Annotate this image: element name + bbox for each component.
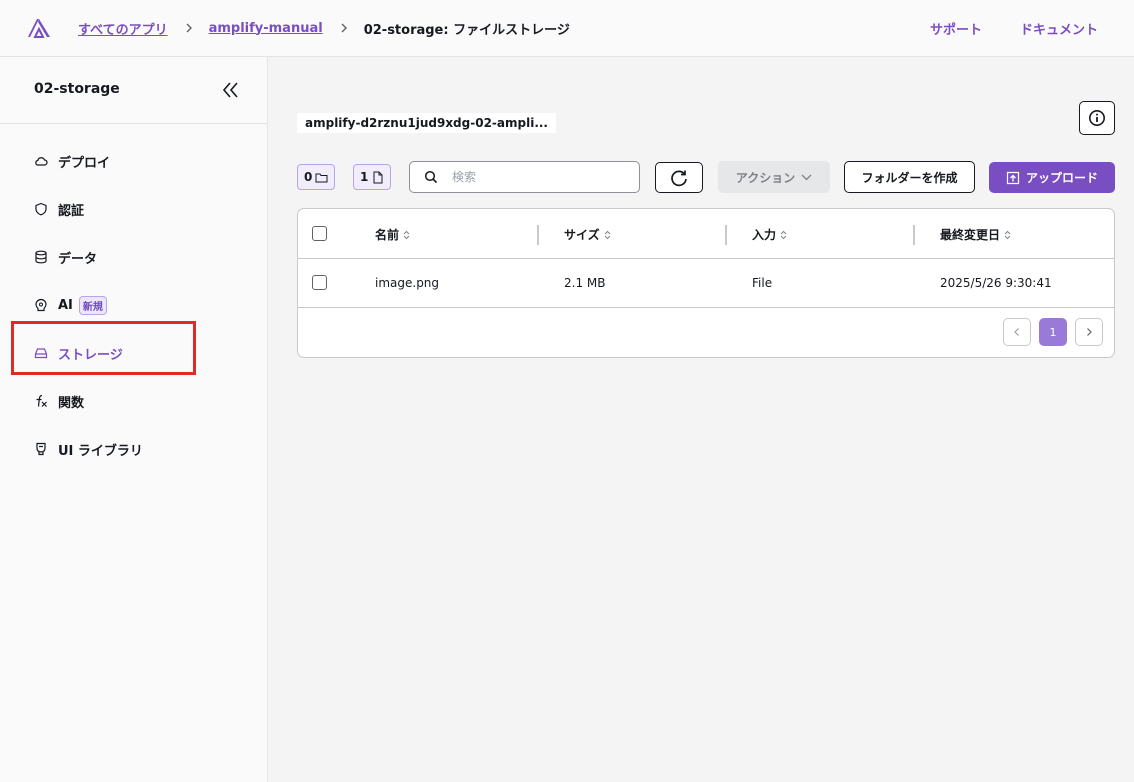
chevron-right-icon xyxy=(1087,328,1092,336)
top-links: サポート ドキュメント xyxy=(930,0,1098,56)
sort-icon xyxy=(604,230,610,239)
file-type-cell: File xyxy=(752,276,773,290)
chevron-left-icon xyxy=(1014,328,1019,336)
function-icon xyxy=(34,394,48,408)
column-header-last-modified[interactable]: 最終変更日 xyxy=(940,226,1011,243)
sidebar-item-ui-library[interactable]: UI ライブラリ xyxy=(0,425,268,473)
actions-label: アクション xyxy=(735,170,796,185)
upload-label: アップロード xyxy=(1025,171,1098,185)
sidebar-nav: デプロイ 認証 データ AI 新規 ストレージ 関数 UI ライブラリ xyxy=(0,137,268,473)
sidebar-item-label: デプロイ xyxy=(58,155,111,171)
cloud-icon xyxy=(34,154,48,168)
search-icon xyxy=(424,170,438,184)
column-header-type[interactable]: 入力 xyxy=(752,226,787,243)
last-modified-cell: 2025/5/26 9:30:41 xyxy=(940,276,1052,290)
shield-icon xyxy=(34,202,48,216)
column-resizer[interactable] xyxy=(537,225,539,245)
top-bar: すべてのアプリ amplify-manual 02-storage: ファイルス… xyxy=(0,0,1134,57)
next-page-button[interactable] xyxy=(1075,318,1103,346)
column-resizer[interactable] xyxy=(725,225,727,245)
create-folder-button[interactable]: フォルダーを作成 xyxy=(844,161,975,193)
sidebar: 02-storage デプロイ 認証 データ AI 新規 ストレージ 関数 UI… xyxy=(0,57,268,782)
breadcrumb-current: 02-storage: ファイルストレージ xyxy=(363,22,570,38)
sidebar-item-label: 認証 xyxy=(58,203,85,219)
sort-icon xyxy=(403,230,410,239)
upload-button[interactable]: アップロード xyxy=(989,162,1115,193)
page-number-current[interactable]: 1 xyxy=(1039,318,1067,346)
sidebar-item-label: AI xyxy=(58,297,73,313)
sort-icon xyxy=(780,230,787,239)
files-table: 名前 サイズ 入力 最終変更日 image.png 2.1 MB File 20… xyxy=(297,208,1115,358)
sidebar-item-label: 関数 xyxy=(58,395,85,411)
breadcrumb: すべてのアプリ amplify-manual 02-storage: ファイルス… xyxy=(78,0,570,56)
table-header: 名前 サイズ 入力 最終変更日 xyxy=(298,209,1114,259)
select-all-checkbox[interactable] xyxy=(312,226,327,241)
new-badge: 新規 xyxy=(78,295,107,315)
docs-link[interactable]: ドキュメント xyxy=(1020,19,1098,38)
database-icon xyxy=(34,250,48,264)
folder-count: 0 xyxy=(304,170,313,184)
file-icon xyxy=(373,171,383,183)
sidebar-item-data[interactable]: データ xyxy=(0,233,268,281)
file-count: 1 xyxy=(360,170,369,184)
column-label: サイズ xyxy=(564,228,600,242)
sidebar-item-label: UI ライブラリ xyxy=(58,443,143,459)
search-input[interactable] xyxy=(452,170,612,184)
file-count-badge: 1 xyxy=(353,164,392,190)
upload-icon xyxy=(1006,171,1020,184)
amplify-logo-icon[interactable] xyxy=(26,15,52,39)
sidebar-item-label: データ xyxy=(58,251,98,267)
breadcrumb-all-apps-link[interactable]: すべてのアプリ xyxy=(78,19,168,38)
breadcrumb-app-link[interactable]: amplify-manual xyxy=(209,21,323,36)
chevron-right-icon xyxy=(184,23,194,33)
sidebar-item-deploy[interactable]: デプロイ xyxy=(0,137,268,185)
support-link[interactable]: サポート xyxy=(930,19,982,38)
component-icon xyxy=(34,442,48,456)
sort-icon xyxy=(1004,230,1011,239)
refresh-button[interactable] xyxy=(655,162,703,193)
collapse-sidebar-icon[interactable] xyxy=(221,81,241,99)
info-icon xyxy=(1089,110,1105,126)
chevron-down-icon xyxy=(801,174,812,181)
chevron-right-icon xyxy=(339,23,349,33)
file-size-cell: 2.1 MB xyxy=(564,276,606,290)
column-resizer[interactable] xyxy=(913,225,915,245)
sidebar-item-auth[interactable]: 認証 xyxy=(0,185,268,233)
sidebar-item-functions[interactable]: 関数 xyxy=(0,377,268,425)
bucket-name: amplify-d2rznu1jud9xdg-02-ampli... xyxy=(297,113,556,133)
folder-count-badge: 0 xyxy=(297,164,336,190)
search-field[interactable] xyxy=(409,161,640,193)
table-row[interactable]: image.png 2.1 MB File 2025/5/26 9:30:41 xyxy=(298,259,1114,308)
column-label: 名前 xyxy=(375,228,400,242)
column-label: 入力 xyxy=(752,228,777,242)
brain-icon xyxy=(34,298,48,312)
row-checkbox[interactable] xyxy=(312,275,327,290)
info-button[interactable] xyxy=(1079,101,1115,135)
column-header-size[interactable]: サイズ xyxy=(564,226,611,243)
prev-page-button[interactable] xyxy=(1003,318,1031,346)
column-header-name[interactable]: 名前 xyxy=(375,226,410,243)
file-name-cell[interactable]: image.png xyxy=(375,276,439,290)
refresh-icon xyxy=(671,170,687,186)
storage-highlight-box xyxy=(11,321,196,375)
sidebar-title: 02-storage xyxy=(34,81,120,97)
column-label: 最終変更日 xyxy=(940,228,1001,242)
actions-dropdown[interactable]: アクション xyxy=(718,161,830,193)
sidebar-header: 02-storage xyxy=(0,57,267,124)
folder-icon xyxy=(315,173,328,182)
